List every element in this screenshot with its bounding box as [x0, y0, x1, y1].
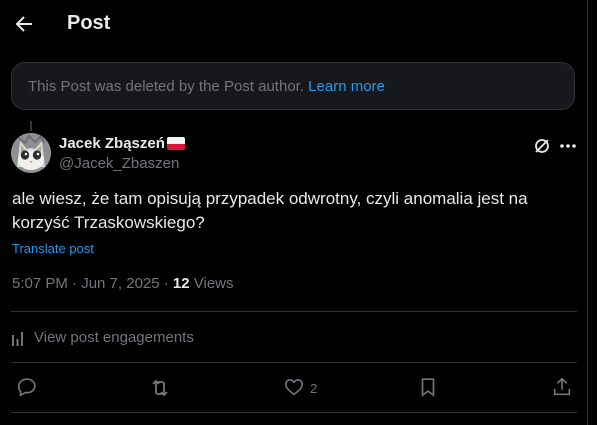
post-page: Post This Post was deleted by the Post a… — [0, 0, 588, 425]
avatar[interactable] — [11, 133, 51, 173]
divider — [11, 362, 577, 363]
repost-button[interactable] — [148, 376, 172, 400]
like-count: 2 — [310, 381, 318, 396]
header: Post — [0, 0, 587, 48]
like-button[interactable] — [283, 376, 305, 400]
view-engagements-label: View post engagements — [34, 329, 194, 346]
divider — [11, 311, 577, 312]
grok-icon — [535, 137, 551, 153]
reply-icon — [17, 378, 36, 397]
reply-button[interactable] — [16, 376, 38, 400]
poland-flag-icon — [167, 137, 185, 150]
bookmark-button[interactable] — [417, 376, 439, 400]
more-options-button[interactable] — [558, 136, 578, 156]
learn-more-link[interactable]: Learn more — [308, 78, 385, 95]
deleted-notice-text: This Post was deleted by the Post author… — [28, 78, 304, 95]
author-name[interactable]: Jacek Zbąszeń — [59, 135, 165, 152]
cat-avatar-icon — [11, 133, 51, 173]
deleted-notice-text-row: This Post was deleted by the Post author… — [28, 78, 385, 95]
back-button[interactable] — [12, 12, 36, 36]
author-handle[interactable]: @Jacek_Zbaszen — [59, 155, 179, 172]
post-meta: 5:07 PM · Jun 7, 2025 · 12 Views — [12, 275, 234, 292]
page-title: Post — [67, 12, 111, 34]
share-icon — [553, 377, 571, 396]
share-button[interactable] — [551, 376, 573, 400]
views-label: Views — [189, 275, 234, 292]
repost-icon — [152, 379, 168, 397]
divider — [11, 412, 577, 413]
translate-post-link[interactable]: Translate post — [12, 241, 94, 256]
deleted-post-notice: This Post was deleted by the Post author… — [11, 62, 575, 110]
views-count: 12 — [172, 275, 190, 292]
heart-icon — [284, 379, 304, 396]
bookmark-icon — [421, 378, 435, 397]
thread-connector-line — [30, 121, 32, 131]
post-text: ale wiesz, że tam opisują przypadek odwr… — [12, 189, 528, 232]
post-timestamp[interactable]: 5:07 PM · Jun 7, 2025 · — [12, 275, 173, 292]
more-dots-icon — [560, 144, 576, 148]
grok-button[interactable] — [532, 136, 552, 156]
analytics-icon — [12, 332, 23, 346]
arrow-left-icon — [15, 16, 32, 32]
